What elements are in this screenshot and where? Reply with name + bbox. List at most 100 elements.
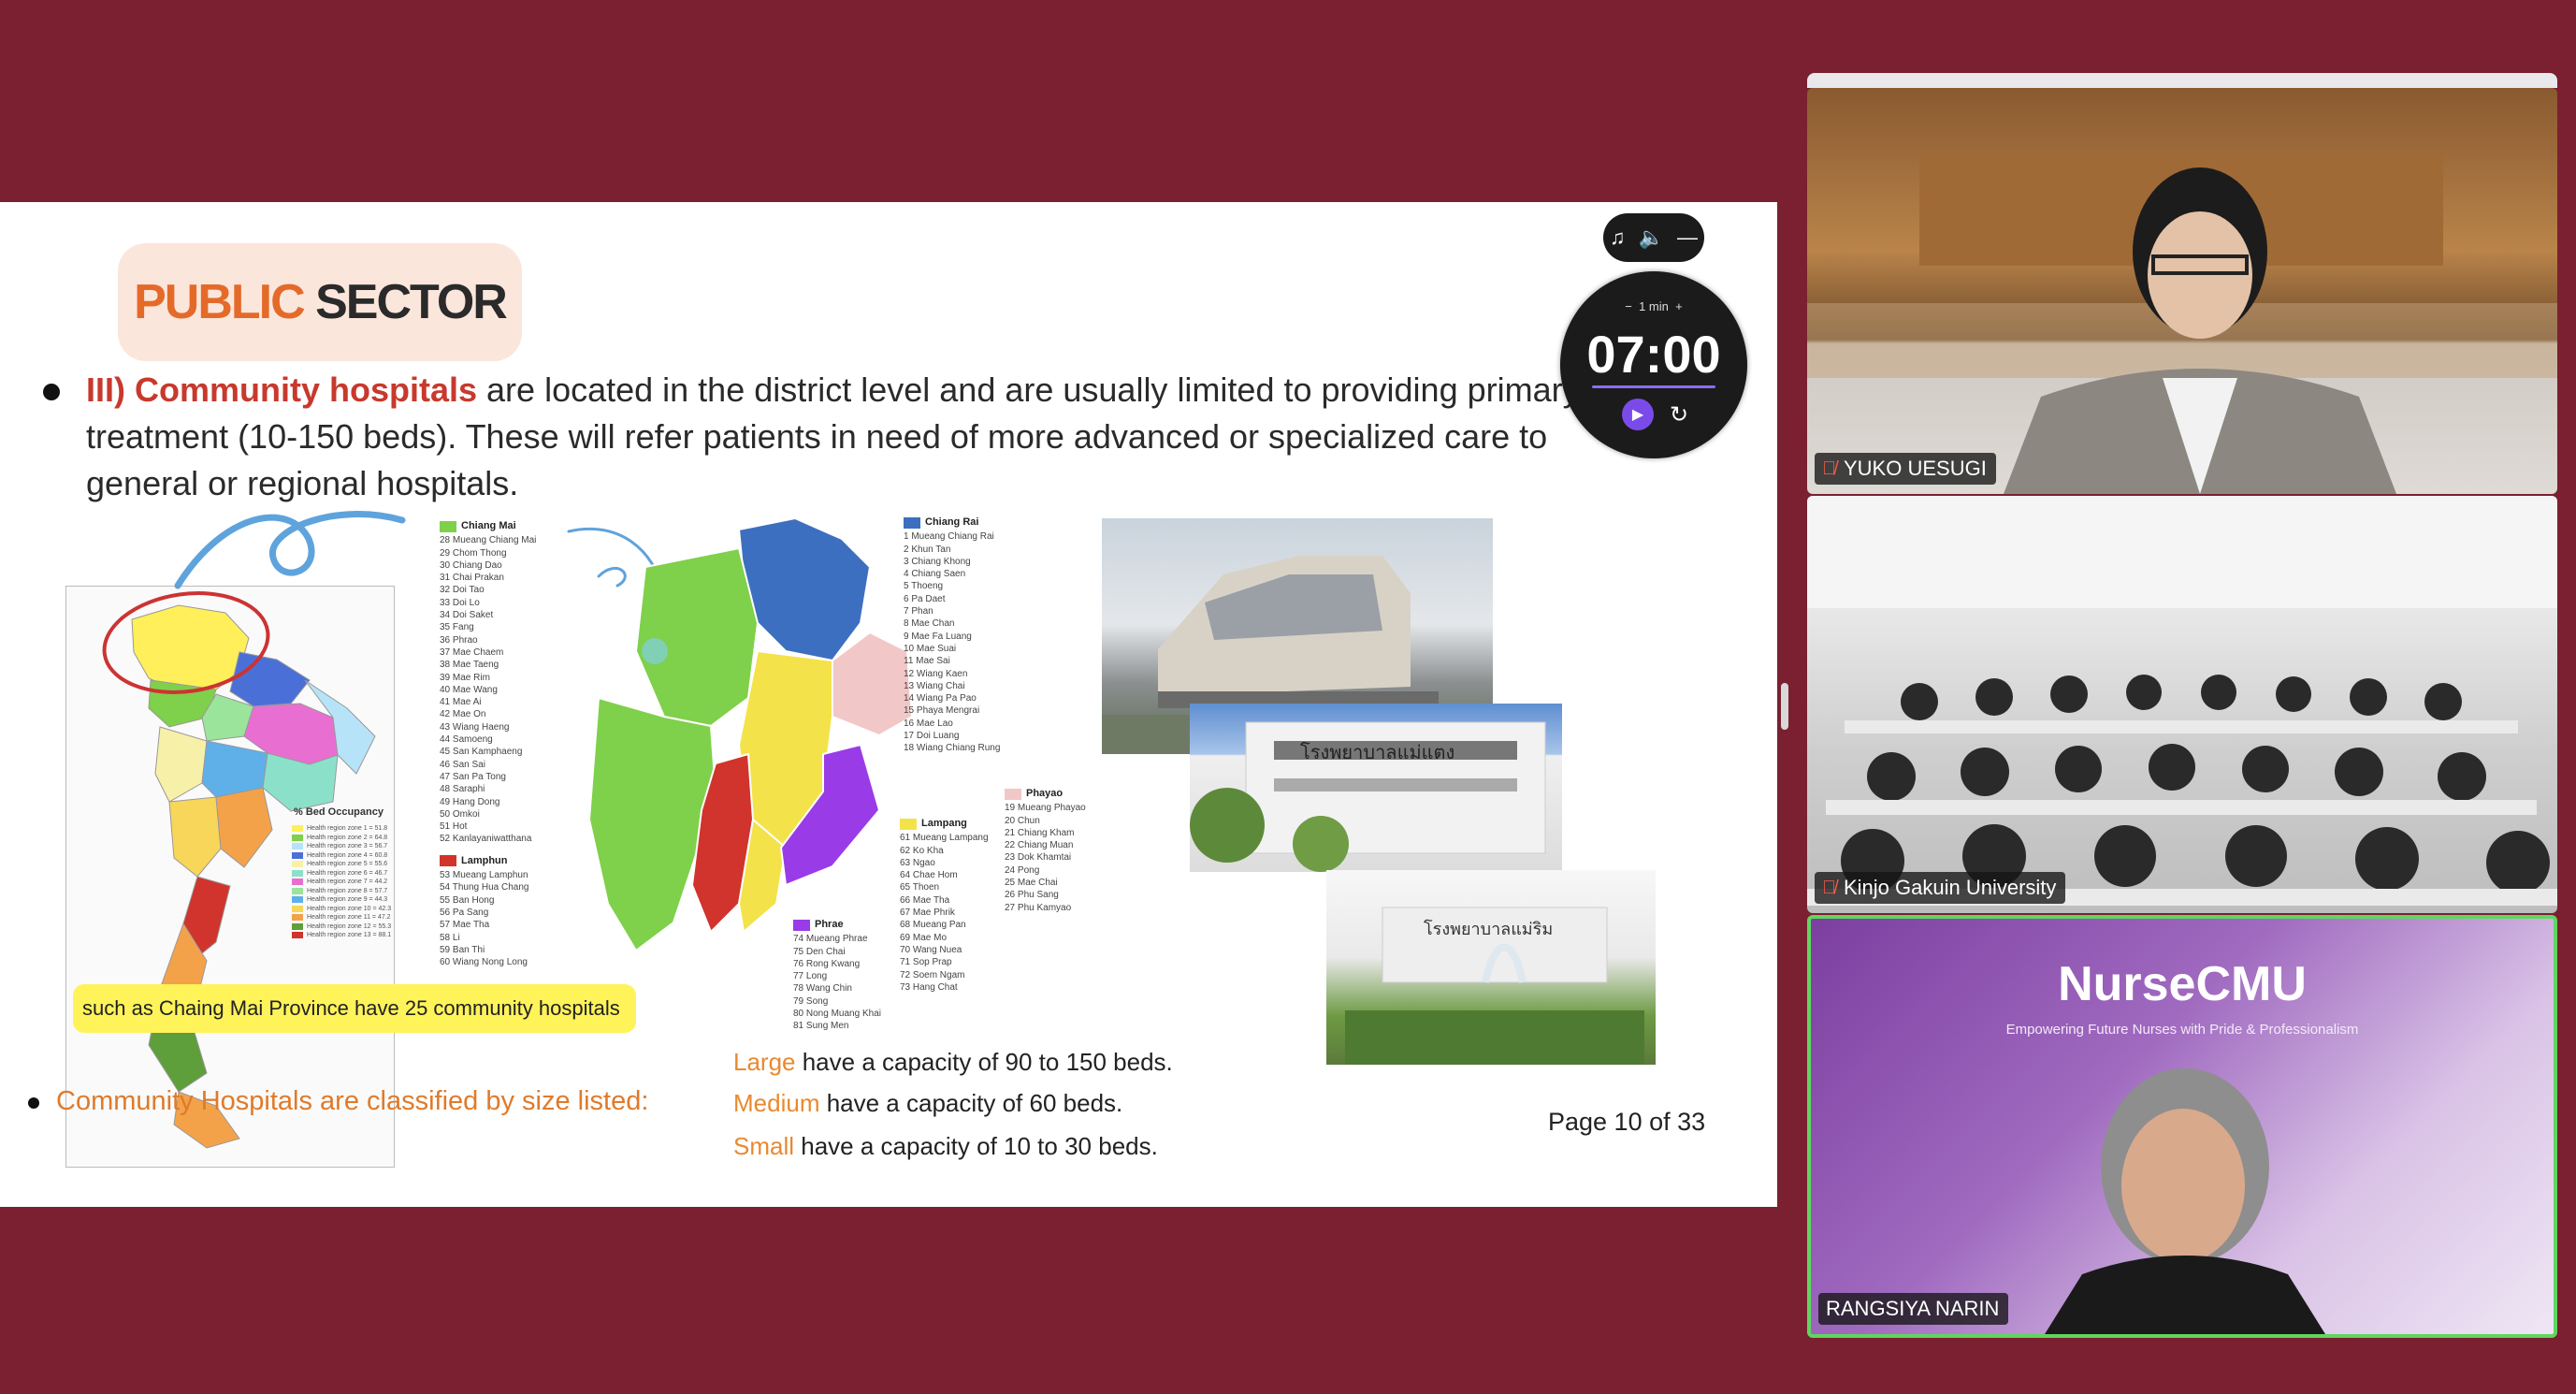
participant-name-tag: 🎙̸ Kinjo Gakuin University <box>1815 872 2066 904</box>
legend-swatch <box>292 825 303 832</box>
district-item: 81 Sung Men <box>793 1021 849 1032</box>
legend-swatch <box>292 869 303 877</box>
timer-decrease-button[interactable]: − <box>1625 299 1632 313</box>
district-item: 75 Den Chai <box>793 946 846 957</box>
hospital-sign-1: โรงพยาบาลแม่แตง <box>1300 741 1455 763</box>
district-item: 74 Mueang Phrae <box>793 934 868 945</box>
district-item: 56 Pa Sang <box>440 907 489 918</box>
district-item: 32 Doi Tao <box>440 585 485 596</box>
timer-display: 07:00 <box>1586 325 1721 384</box>
district-item: 58 Li <box>440 932 460 943</box>
district-item: 25 Mae Chai <box>1005 878 1058 889</box>
thailand-map-graphic <box>102 591 376 1149</box>
classroom-video <box>1807 496 2557 906</box>
video-tile-kinjo-gakuin[interactable]: 🎙̸ Kinjo Gakuin University <box>1807 496 2557 913</box>
timer-increase-button[interactable]: + <box>1675 299 1683 313</box>
district-item: 43 Wiang Haeng <box>440 721 510 733</box>
speaker-video <box>2045 1068 2325 1334</box>
district-item: 16 Mae Lao <box>904 718 953 729</box>
legend-row: Health region zone 8 = 57.7 <box>292 887 387 894</box>
district-list-chiang-rai: Chiang Rai 1 Mueang Chiang Rai 2 Khun Tan… <box>904 516 1001 754</box>
minimize-icon[interactable]: — <box>1677 225 1698 250</box>
legend-row: Health region zone 10 = 42.3 <box>292 905 391 912</box>
play-button[interactable]: ▶ <box>1622 399 1654 430</box>
district-item: 39 Mae Rim <box>440 672 490 683</box>
legend-row: Health region zone 9 = 44.3 <box>292 896 387 903</box>
legend-row: Health region zone 6 = 46.7 <box>292 869 387 877</box>
hospital-photo-2: โรงพยาบาลแม่แตง <box>1190 704 1562 872</box>
participant-name-tag: 🎙̸ YUKO UESUGI <box>1815 453 1996 485</box>
district-item: 12 Wiang Kaen <box>904 668 968 679</box>
district-item: 49 Hang Dong <box>440 796 500 807</box>
legend-row: Health region zone 13 = 88.1 <box>292 932 391 938</box>
music-icon[interactable]: ♫ <box>1610 225 1626 250</box>
district-item: 22 Chiang Muan <box>1005 840 1074 851</box>
district-item: 4 Chiang Saen <box>904 569 966 580</box>
reset-icon[interactable]: ↻ <box>1665 400 1693 428</box>
district-item: 7 Phan <box>904 606 933 617</box>
district-item: 66 Mae Tha <box>900 894 950 906</box>
timer-step-label: 1 min <box>1639 299 1669 313</box>
district-item: 52 Kanlayaniwatthana <box>440 834 532 845</box>
district-item: 23 Dok Khamtai <box>1005 852 1072 864</box>
district-item: 18 Wiang Chiang Rung <box>904 743 1001 754</box>
district-item: 72 Soem Ngam <box>900 969 965 980</box>
district-item: 24 Pong <box>1005 864 1040 876</box>
district-item: 17 Doi Luang <box>904 731 960 742</box>
district-item: 19 Mueang Phayao <box>1005 803 1086 814</box>
paragraph-highlight: III) Community hospitals <box>86 370 478 409</box>
district-item: 47 San Pa Tong <box>440 771 506 782</box>
classify-text: Community Hospitals are classified by si… <box>56 1086 649 1116</box>
district-item: 63 Ngao <box>900 857 935 868</box>
speaker-icon[interactable]: 🔈 <box>1639 225 1664 250</box>
legend-row: Health region zone 11 = 47.2 <box>292 914 391 921</box>
district-item: 55 Ban Hong <box>440 894 495 906</box>
district-item: 42 Mae On <box>440 709 486 720</box>
legend-row: Health region zone 5 = 55.6 <box>292 861 387 867</box>
district-item: 29 Chom Thong <box>440 547 507 559</box>
legend-swatch <box>292 861 303 867</box>
participant-video <box>1807 153 2557 494</box>
size-large: Large have a capacity of 90 to 150 beds. <box>733 1048 1173 1076</box>
district-item: 68 Mueang Pan <box>900 920 966 931</box>
district-item: 59 Ban Thi <box>440 944 485 955</box>
district-item: 51 Hot <box>440 821 468 833</box>
hospital-sign-2: โรงพยาบาลแม่ริม <box>1424 920 1554 939</box>
legend-row: Health region zone 2 = 64.8 <box>292 834 387 841</box>
participant-name-tag: RANGSIYA NARIN <box>1818 1293 2009 1325</box>
district-item: 21 Chiang Kham <box>1005 827 1075 838</box>
district-item: 35 Fang <box>440 622 474 633</box>
sector-title: PUBLIC SECTOR <box>134 275 508 329</box>
mic-muted-icon: 🎙̸ <box>1822 877 1836 898</box>
sector-badge: PUBLIC SECTOR <box>118 243 522 361</box>
district-item: 50 Omkoi <box>440 808 480 820</box>
district-item: 26 Phu Sang <box>1005 890 1059 901</box>
countdown-timer: − 1 min + 07:00 ▶ ↻ <box>1560 271 1747 458</box>
video-tile-yuko-uesugi[interactable]: 🎙̸ YUKO UESUGI <box>1807 88 2557 494</box>
legend-swatch <box>292 851 303 859</box>
district-item: 53 Mueang Lamphun <box>440 870 528 881</box>
district-item: 28 Mueang Chiang Mai <box>440 535 537 546</box>
district-item: 9 Mae Fa Luang <box>904 631 972 642</box>
district-item: 80 Nong Muang Khai <box>793 1009 881 1020</box>
district-item: 40 Mae Wang <box>440 684 498 695</box>
legend-row: Health region zone 3 = 56.7 <box>292 843 387 849</box>
legend-swatch <box>292 834 303 841</box>
mic-muted-icon: 🎙̸ <box>1822 457 1836 479</box>
district-item: 6 Pa Daet <box>904 593 946 604</box>
district-item: 67 Mae Phrik <box>900 908 955 919</box>
district-item: 20 Chun <box>1005 815 1040 826</box>
video-panel-header <box>1807 73 2557 88</box>
district-item: 61 Mueang Lampang <box>900 833 989 844</box>
legend-row: Health region zone 12 = 55.3 <box>292 922 391 930</box>
panel-resize-handle[interactable] <box>1781 683 1788 730</box>
district-item: 76 Rong Kwang <box>793 958 861 969</box>
video-tile-rangsiya-narin[interactable]: NurseCMU Empowering Future Nurses with P… <box>1807 915 2557 1338</box>
chiang-mai-callout: such as Chaing Mai Province have 25 comm… <box>73 984 636 1033</box>
hospital-photo-3: โรงพยาบาลแม่ริม <box>1326 870 1656 1065</box>
district-item: 78 Wang Chin <box>793 983 852 995</box>
page-number: Page 10 of 33 <box>1548 1108 1706 1136</box>
district-item: 73 Hang Chat <box>900 981 958 993</box>
district-item: 65 Thoen <box>900 882 940 893</box>
district-item: 54 Thung Hua Chang <box>440 882 529 893</box>
